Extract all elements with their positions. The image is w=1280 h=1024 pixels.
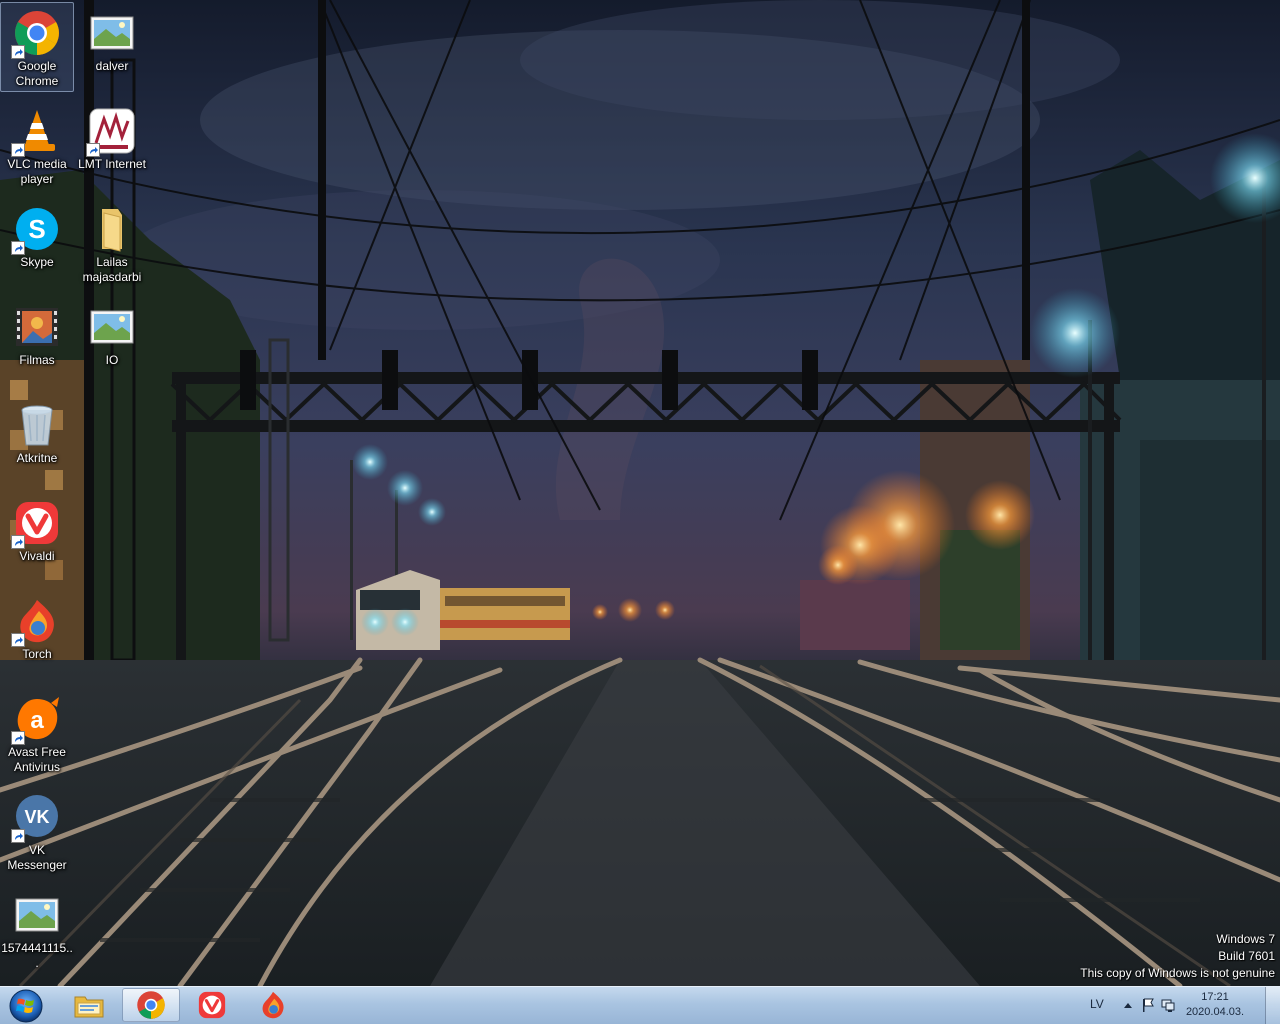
show-hidden-icons-icon[interactable] [1120,997,1136,1013]
desktop-icon-atkritne[interactable]: Atkritne [0,394,74,484]
desktop-icon-label: Torch [22,647,52,661]
shortcut-arrow-icon [11,829,25,843]
action-center-flag-icon[interactable] [1140,997,1156,1013]
taskbar-button-explorer[interactable] [60,988,118,1022]
clock-time: 17:21 [1201,991,1229,1003]
svg-text:VK: VK [24,807,49,827]
desktop-icon-label: Avast Free Antivirus [8,745,66,774]
clock-date: 2020.04.03. [1185,1006,1245,1018]
desktop-icon-vk-messenger[interactable]: VK VK Messenger [0,786,74,876]
desktop-icon-google-chrome[interactable]: Google Chrome [0,2,74,92]
vk-messenger-icon: VK [11,793,61,843]
image-file-icon [13,891,61,939]
skype-icon: S [11,205,61,255]
taskbar: LV 17:21 2020.04.03. [0,986,1280,1024]
desktop-icon-1574441115[interactable]: 1574441115... [0,884,74,974]
desktop-icon-vivaldi[interactable]: Vivaldi [0,492,74,582]
image-file-icon [88,303,136,351]
windows-genuine-watermark: Windows 7 Build 7601 This copy of Window… [1080,931,1275,982]
desktop-icon-skype[interactable]: S Skype [0,198,74,288]
taskbar-button-vivaldi[interactable] [183,988,241,1022]
shortcut-arrow-icon [11,731,25,745]
shortcut-arrow-icon [11,45,25,59]
video-folder-icon [13,303,61,351]
recycle-bin-icon [13,401,61,449]
shortcut-arrow-icon [11,143,25,157]
chrome-icon [11,9,61,59]
taskbar-button-chrome[interactable] [122,988,180,1022]
folder-icon [88,205,136,253]
desktop-icon-dalver[interactable]: dalver [75,2,149,92]
vlc-icon [11,107,61,157]
desktop-icon-label: LMT Internet [78,157,146,171]
shortcut-arrow-icon [11,633,25,647]
language-indicator[interactable]: LV [1090,997,1104,1011]
system-tray: LV 17:21 2020.04.03. [1070,987,1280,1024]
show-desktop-button[interactable] [1265,987,1280,1024]
file-explorer-icon [74,996,104,1018]
desktop-icon-torch[interactable]: Torch [0,590,74,680]
desktop-icon-lailas-majasdarbi[interactable]: Lailas majasdarbi [75,198,149,288]
torch-icon [11,597,61,647]
desktop-icon-label: VK Messenger [7,843,67,872]
desktop-icon-io[interactable]: IO [75,296,149,386]
avast-icon: a [11,695,61,745]
watermark-genuine-notice: This copy of Windows is not genuine [1080,966,1275,980]
desktop-icon-label: Vivaldi [19,549,55,563]
desktop-wallpaper [0,0,1280,986]
image-file-icon [88,9,136,57]
desktop-icon-label: VLC media player [7,157,67,186]
desktop-icon-label: Atkritne [16,451,58,465]
desktop-icon-lmt-internet[interactable]: LMT Internet [75,100,149,190]
chrome-icon [137,991,165,1019]
desktop-icon-avast-free-antivirus[interactable]: a Avast Free Antivirus [0,688,74,778]
shortcut-arrow-icon [11,241,25,255]
shortcut-arrow-icon [11,535,25,549]
torch-icon [262,991,284,1019]
svg-text:a: a [30,707,44,734]
desktop-icon-label: 1574441115... [1,941,73,970]
clock[interactable]: 17:21 2020.04.03. [1180,990,1250,1020]
vivaldi-icon [11,499,61,549]
desktop-icon-filmas[interactable]: Filmas [0,296,74,386]
desktop-icon-label: Skype [20,255,54,269]
windows-logo-icon [9,989,43,1023]
desktop-icon-label: IO [105,353,119,367]
shortcut-arrow-icon [86,143,100,157]
desktop-icon-label: dalver [95,59,129,73]
start-button[interactable] [4,988,48,1024]
svg-text:S: S [28,214,45,244]
desktop-icon-vlc-media-player[interactable]: VLC media player [0,100,74,190]
lmt-internet-icon [86,107,136,157]
vivaldi-icon [198,991,226,1019]
network-icon[interactable] [1160,997,1176,1013]
desktop-icon-label: Lailas majasdarbi [82,255,142,284]
watermark-build: Build 7601 [1218,949,1275,963]
desktop-icon-label: Filmas [19,353,55,367]
desktop-icon-label: Google Chrome [15,59,59,88]
taskbar-button-torch[interactable] [244,988,302,1022]
watermark-os-name: Windows 7 [1216,932,1275,946]
